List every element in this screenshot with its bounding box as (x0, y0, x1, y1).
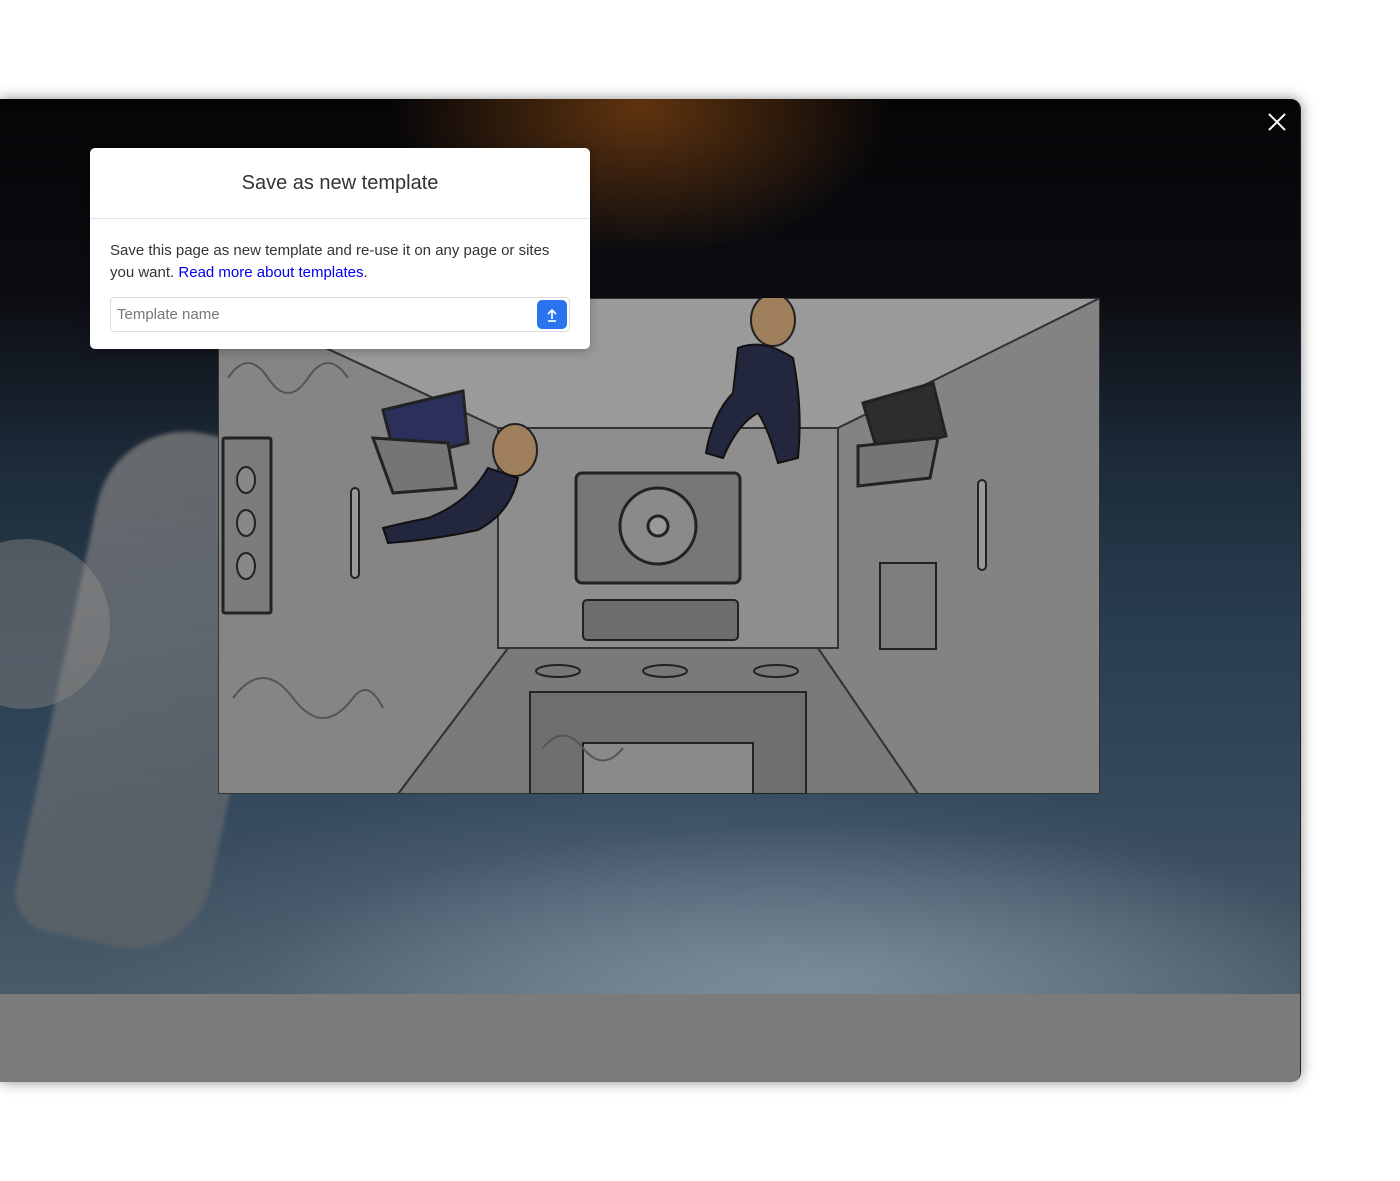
read-more-link[interactable]: Read more about templates (178, 264, 363, 281)
template-name-group (110, 297, 570, 332)
upload-icon (547, 308, 557, 322)
save-template-button[interactable] (537, 300, 567, 329)
popover-body: Save this page as new template and re-us… (90, 219, 590, 332)
footer-bar (0, 994, 1300, 1082)
close-icon-glyph (1268, 113, 1286, 131)
popover-title: Save as new template (241, 171, 439, 194)
popover-header: Save as new template (90, 148, 590, 219)
close-icon[interactable] (1264, 109, 1290, 135)
save-template-popover: Save as new template Save this page as n… (90, 148, 590, 349)
template-name-input[interactable] (111, 298, 537, 331)
description-period: . (363, 264, 368, 281)
space-station-illustration (218, 298, 1100, 794)
space-station-drawing (218, 298, 1100, 794)
popover-description: Save this page as new template and re-us… (110, 240, 570, 284)
